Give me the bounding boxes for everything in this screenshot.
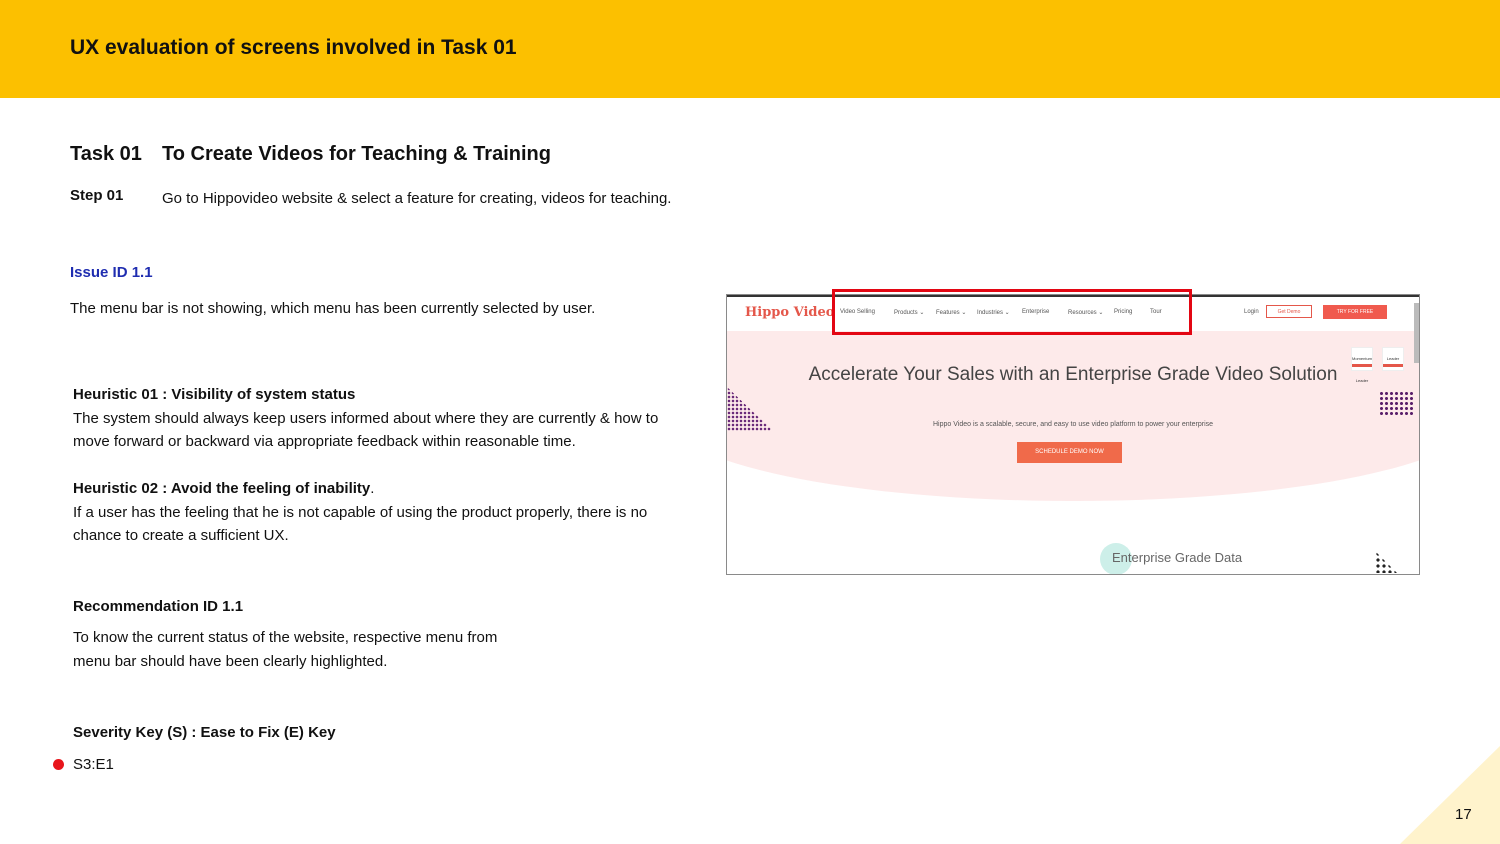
- heuristic-2-title: Heuristic 02 : Avoid the feeling of inab…: [73, 480, 371, 497]
- heuristic-1: Heuristic 01 : Visibility of system stat…: [73, 383, 693, 454]
- step-text: Go to Hippovideo website & select a feat…: [162, 190, 672, 207]
- hero-subtitle: Hippo Video is a scalable, secure, and e…: [932, 421, 1214, 428]
- severity-dot-icon: [53, 759, 64, 770]
- heuristic-2: Heuristic 02 : Avoid the feeling of inab…: [73, 477, 693, 548]
- website-screenshot: Hippo Video Video Selling Products ⌄ Fea…: [726, 294, 1420, 575]
- dot-pattern-bottom-right: [1375, 551, 1397, 573]
- heuristic-2-suffix: .: [370, 480, 375, 497]
- heuristic-2-text: If a user has the feeling that he is not…: [73, 503, 648, 545]
- page-number: 17: [1455, 806, 1472, 823]
- issue-description: The menu bar is not showing, which menu …: [70, 300, 596, 317]
- hero-title: Accelerate Your Sales with an Enterprise…: [808, 364, 1338, 385]
- get-demo-button: Get Demo: [1266, 305, 1312, 318]
- menu-highlight-box: [832, 289, 1192, 335]
- recommendation-title: Recommendation ID 1.1: [73, 598, 244, 615]
- task-number: Task 01: [70, 143, 142, 165]
- slide-title: UX evaluation of screens involved in Tas…: [70, 36, 517, 59]
- dot-pattern-right: [1379, 391, 1413, 417]
- hero-background: [727, 331, 1419, 501]
- issue-id: Issue ID 1.1: [70, 264, 153, 281]
- step-label: Step 01: [70, 187, 124, 204]
- heuristic-1-title: Heuristic 01 : Visibility of system stat…: [73, 386, 356, 403]
- recommendation-text: To know the current status of the websit…: [73, 629, 498, 670]
- hippo-video-logo: Hippo Video: [745, 305, 835, 320]
- login-link: Login: [1244, 309, 1259, 315]
- severity-value: S3:E1: [73, 756, 114, 773]
- scrollbar: [1414, 303, 1419, 363]
- badge-right-label: Leader: [1386, 356, 1400, 361]
- corner-decoration: [1400, 746, 1500, 844]
- section-heading: Enterprise Grade Data: [1112, 550, 1243, 565]
- task-title: To Create Videos for Teaching & Training: [162, 143, 551, 165]
- try-free-button: TRY FOR FREE: [1323, 305, 1387, 319]
- schedule-demo-button: SCHEDULE DEMO NOW: [1017, 442, 1122, 463]
- header-bar: UX evaluation of screens involved in Tas…: [0, 0, 1500, 98]
- heuristic-1-text: The system should always keep users info…: [73, 409, 659, 451]
- severity-title: Severity Key (S) : Ease to Fix (E) Key: [73, 724, 336, 741]
